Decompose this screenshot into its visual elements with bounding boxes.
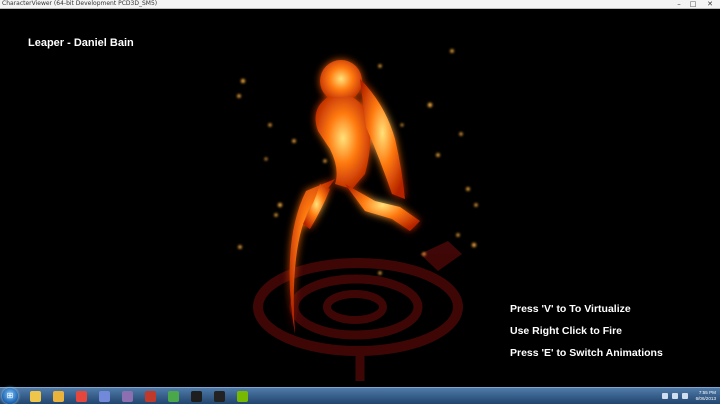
folder-icon[interactable] — [47, 389, 69, 403]
media-icon-glyph — [167, 390, 179, 402]
minimize-button[interactable]: – — [672, 0, 686, 8]
ground-emblem — [253, 241, 463, 381]
instruction-switch-animations: Press 'E' to Switch Animations — [510, 347, 663, 359]
nvidia-icon[interactable] — [231, 389, 253, 403]
file-explorer-icon[interactable] — [24, 389, 46, 403]
media-icon[interactable] — [162, 389, 184, 403]
window-controls: – □ ✕ — [672, 0, 720, 8]
clock-date: 6/06/2013 — [695, 396, 716, 401]
nvidia-icon-glyph — [236, 390, 248, 402]
system-tray — [658, 388, 688, 404]
unreal-engine-icon-glyph — [190, 390, 202, 402]
network-icon[interactable] — [662, 393, 668, 399]
taskbar: ⊞ 7:55 PM 6/06/2013 — [0, 387, 720, 404]
folder-icon-glyph — [52, 390, 64, 402]
photo-icon-glyph — [144, 390, 156, 402]
chrome-icon-glyph — [75, 390, 87, 402]
start-button[interactable]: ⊞ — [2, 388, 18, 404]
character-viewer-icon-glyph — [213, 390, 225, 402]
game-icon[interactable] — [116, 389, 138, 403]
title-bar[interactable]: CharacterViewer (64-bit Development PCD3… — [0, 0, 720, 9]
volume-icon[interactable] — [672, 393, 678, 399]
close-button[interactable]: ✕ — [700, 0, 720, 8]
game-viewport[interactable]: Leaper - Daniel Bain Press 'V' to To Vir… — [0, 9, 720, 387]
instruction-virtualize: Press 'V' to To Virtualize — [510, 303, 631, 315]
character-viewer-window: CharacterViewer (64-bit Development PCD3… — [0, 0, 720, 387]
window-title: CharacterViewer (64-bit Development PCD3… — [2, 0, 158, 7]
game-icon-glyph — [121, 390, 133, 402]
character-viewer-icon[interactable] — [208, 389, 230, 403]
controls-instructions: Press 'V' to To Virtualize Use Right Cli… — [510, 302, 663, 368]
instruction-fire: Use Right Click to Fire — [510, 325, 623, 337]
discord-icon-glyph — [98, 390, 110, 402]
character-title: Leaper - Daniel Bain — [28, 37, 134, 49]
chrome-icon[interactable] — [70, 389, 92, 403]
maximize-button[interactable]: □ — [686, 0, 700, 8]
taskbar-apps — [24, 389, 254, 403]
photo-icon[interactable] — [139, 389, 161, 403]
discord-icon[interactable] — [93, 389, 115, 403]
clock[interactable]: 7:55 PM 6/06/2013 — [688, 388, 716, 404]
unreal-engine-icon[interactable] — [185, 389, 207, 403]
file-explorer-icon-glyph — [29, 390, 41, 402]
